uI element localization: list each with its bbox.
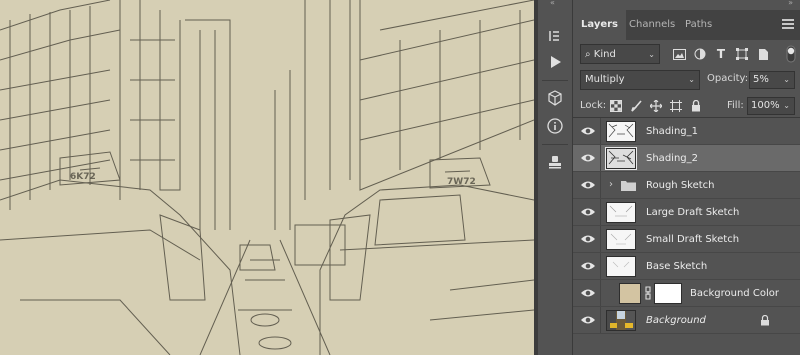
opacity-field[interactable]: 5% ⌄ bbox=[749, 71, 795, 89]
layer-row[interactable]: Shading_1 bbox=[573, 118, 800, 145]
visibility-eye-icon[interactable] bbox=[580, 260, 596, 272]
lock-artboard-icon[interactable] bbox=[669, 99, 683, 113]
column-divider bbox=[600, 172, 601, 198]
lock-position-icon[interactable] bbox=[649, 99, 663, 113]
chevron-right-icon[interactable]: › bbox=[609, 179, 613, 190]
visibility-eye-icon[interactable] bbox=[580, 179, 596, 191]
chevron-down-icon: ⌄ bbox=[783, 101, 790, 110]
layers-panel: » Layers Channels Paths ⌕ Kind ⌄ T Multi… bbox=[573, 0, 800, 355]
panel-tab-bar: Layers Channels Paths bbox=[573, 10, 800, 40]
layer-row[interactable]: Background bbox=[573, 307, 800, 334]
column-divider bbox=[600, 253, 601, 279]
layer-name[interactable]: Small Draft Sketch bbox=[646, 226, 739, 253]
collapsed-panel-strip: « bbox=[538, 0, 573, 355]
opacity-label: Opacity: bbox=[707, 73, 749, 84]
folder-icon bbox=[621, 181, 636, 191]
chevron-down-icon: ⌄ bbox=[783, 75, 790, 84]
layer-thumbnail bbox=[606, 229, 636, 250]
layer-name[interactable]: Background Color bbox=[690, 280, 779, 307]
layer-thumbnail bbox=[606, 256, 636, 277]
opacity-value: 5% bbox=[753, 74, 769, 85]
visibility-eye-icon[interactable] bbox=[580, 233, 596, 245]
chevron-down-icon: ⌄ bbox=[688, 75, 695, 84]
layer-name[interactable]: Background bbox=[646, 307, 706, 334]
image-filter-icon[interactable] bbox=[671, 46, 687, 62]
history-icon[interactable] bbox=[543, 24, 567, 48]
play-icon[interactable] bbox=[543, 50, 567, 74]
column-divider bbox=[600, 226, 601, 252]
visibility-eye-icon[interactable] bbox=[580, 125, 596, 137]
adjustment-filter-icon[interactable] bbox=[692, 46, 708, 62]
tab-channels[interactable]: Channels bbox=[621, 10, 683, 40]
layer-name[interactable]: Shading_2 bbox=[646, 145, 698, 172]
shape-filter-icon[interactable] bbox=[734, 46, 750, 62]
layers-list: Shading_1 Shading_2 › Rough Sketch Large… bbox=[573, 118, 800, 334]
column-divider bbox=[600, 199, 601, 225]
color-fill-swatch[interactable] bbox=[619, 283, 641, 304]
fill-label: Fill: bbox=[727, 100, 744, 111]
lock-label: Lock: bbox=[580, 100, 607, 111]
stamp-icon[interactable] bbox=[543, 150, 567, 174]
column-divider bbox=[600, 307, 601, 333]
layer-thumbnail bbox=[606, 121, 636, 142]
panel-menu-icon[interactable] bbox=[782, 19, 794, 29]
visibility-eye-icon[interactable] bbox=[580, 152, 596, 164]
blend-opacity-row: Multiply ⌄ Opacity: 5% ⌄ bbox=[573, 70, 800, 92]
sketch-artwork: 6K72 7W72 bbox=[0, 0, 534, 355]
layer-row[interactable]: Large Draft Sketch bbox=[573, 199, 800, 226]
layer-name[interactable]: Base Sketch bbox=[646, 253, 707, 280]
layer-row-selected[interactable]: Shading_2 bbox=[573, 145, 800, 172]
lock-paint-icon[interactable] bbox=[629, 99, 643, 113]
layer-group-row[interactable]: › Rough Sketch bbox=[573, 172, 800, 199]
column-divider bbox=[600, 145, 601, 171]
chevron-down-icon: ⌄ bbox=[648, 50, 655, 59]
layer-row[interactable]: Small Draft Sketch bbox=[573, 226, 800, 253]
column-divider bbox=[600, 118, 601, 144]
fill-value: 100% bbox=[751, 100, 780, 111]
visibility-eye-icon[interactable] bbox=[580, 206, 596, 218]
lock-pixels-icon[interactable] bbox=[609, 99, 623, 113]
visibility-eye-icon[interactable] bbox=[580, 287, 596, 299]
lock-all-icon[interactable] bbox=[689, 99, 703, 113]
svg-text:7W72: 7W72 bbox=[447, 177, 476, 187]
blend-mode-dropdown[interactable]: Multiply ⌄ bbox=[580, 70, 700, 90]
info-icon[interactable] bbox=[543, 114, 567, 138]
tab-paths[interactable]: Paths bbox=[677, 10, 720, 40]
layer-row[interactable]: Base Sketch bbox=[573, 253, 800, 280]
strip-divider bbox=[542, 144, 568, 145]
column-divider bbox=[600, 280, 601, 306]
layer-thumbnail bbox=[605, 147, 637, 170]
3d-cube-icon[interactable] bbox=[543, 86, 567, 110]
layer-thumbnail bbox=[606, 202, 636, 223]
chain-link-icon[interactable] bbox=[644, 286, 652, 300]
layer-mask-thumbnail[interactable] bbox=[654, 283, 682, 304]
layer-name[interactable]: Rough Sketch bbox=[646, 172, 715, 199]
filter-toggle-icon[interactable] bbox=[786, 44, 796, 64]
filter-kind-dropdown[interactable]: ⌕ Kind ⌄ bbox=[580, 44, 660, 64]
lock-icon bbox=[761, 315, 769, 326]
layer-name[interactable]: Shading_1 bbox=[646, 118, 698, 145]
strip-divider bbox=[542, 80, 568, 81]
type-filter-icon[interactable]: T bbox=[713, 46, 729, 62]
layer-name[interactable]: Large Draft Sketch bbox=[646, 199, 739, 226]
blend-mode-value: Multiply bbox=[585, 74, 625, 85]
fill-field[interactable]: 100% ⌄ bbox=[747, 97, 795, 115]
collapse-arrows-icon[interactable]: « bbox=[550, 0, 556, 7]
filter-kind-label: Kind bbox=[593, 49, 616, 60]
visibility-eye-icon[interactable] bbox=[580, 314, 596, 326]
svg-text:6K72: 6K72 bbox=[70, 172, 96, 182]
panel-collapse-icon[interactable]: » bbox=[788, 0, 794, 7]
smart-object-filter-icon[interactable] bbox=[755, 46, 771, 62]
lock-fill-row: Lock: Fill: 100% ⌄ bbox=[573, 96, 800, 118]
layer-row[interactable]: Background Color bbox=[573, 280, 800, 307]
tab-layers[interactable]: Layers bbox=[573, 10, 626, 40]
search-icon: ⌕ bbox=[585, 49, 591, 60]
layer-thumbnail bbox=[606, 310, 636, 331]
document-canvas[interactable]: 6K72 7W72 bbox=[0, 0, 534, 355]
layer-filter-row: ⌕ Kind ⌄ T bbox=[573, 44, 800, 66]
